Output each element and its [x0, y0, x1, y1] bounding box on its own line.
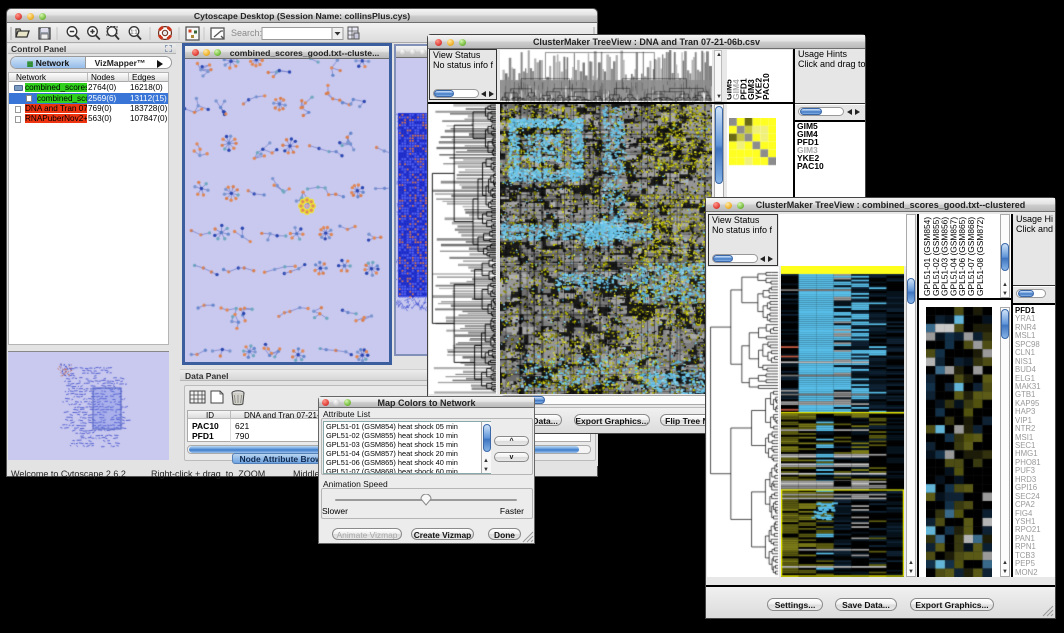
svg-text:1:1: 1:1	[131, 30, 138, 36]
svg-text:PAC10: PAC10	[761, 73, 771, 100]
svg-text:Search:: Search:	[231, 28, 262, 38]
svg-text:GPL51-08 (GSM872): GPL51-08 (GSM872)	[975, 217, 985, 296]
